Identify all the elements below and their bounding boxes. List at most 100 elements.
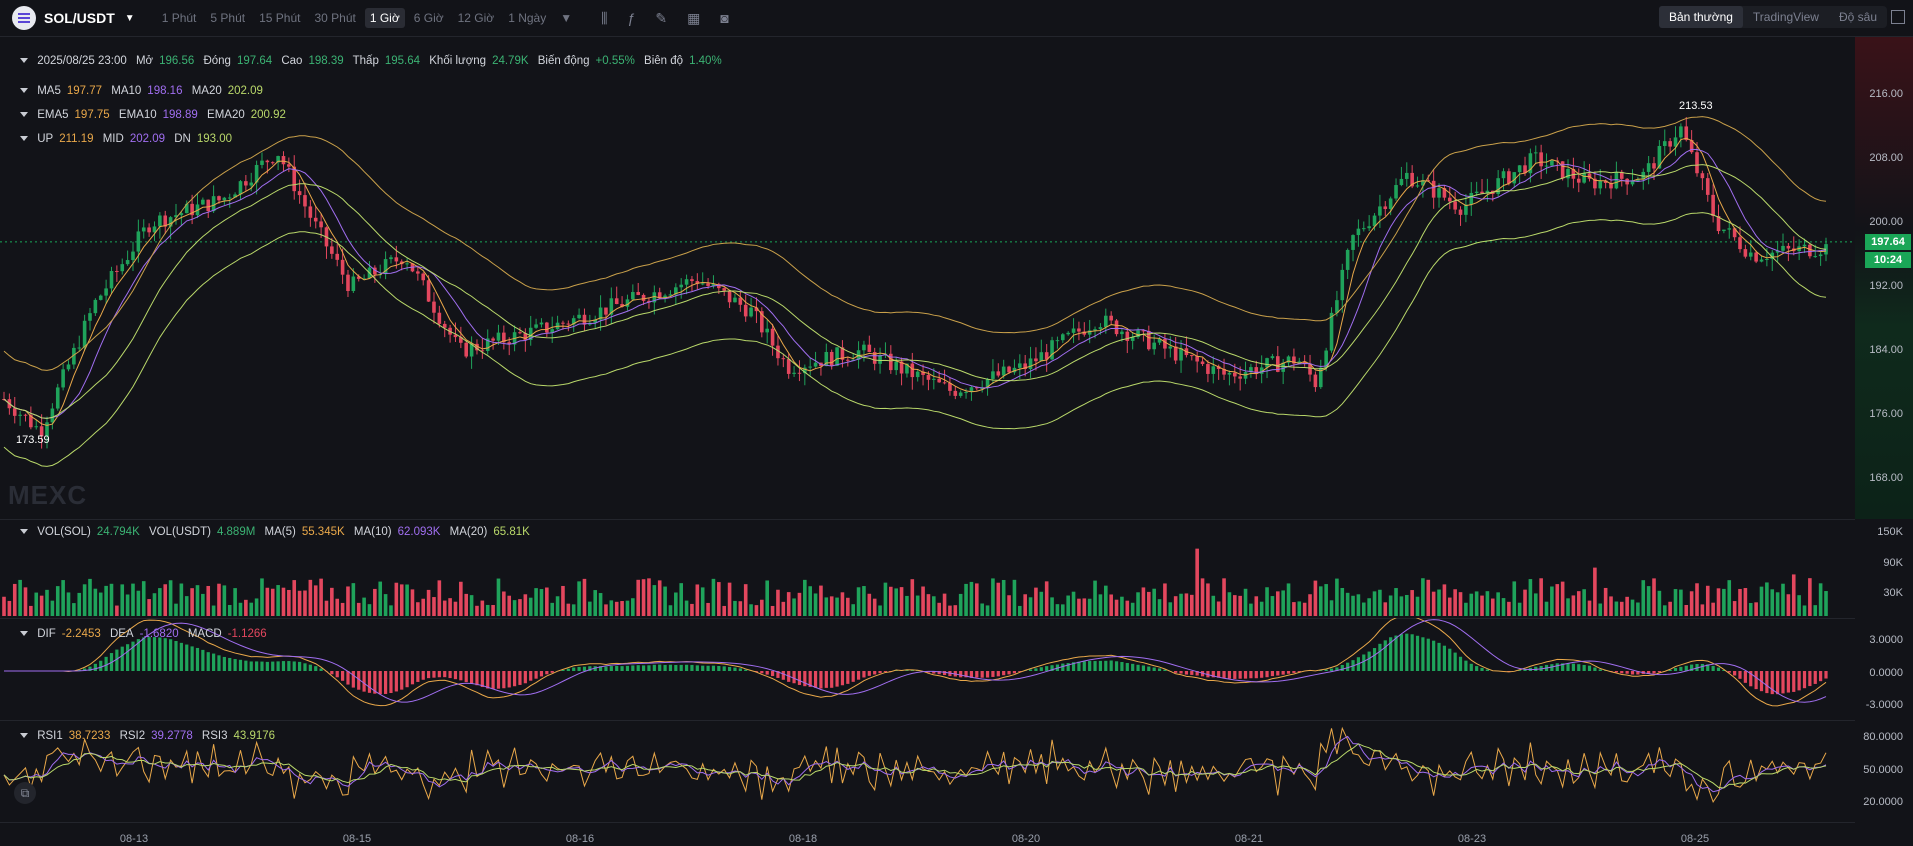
volume-bar [760,599,764,616]
macd-histogram-bar [658,664,662,671]
macd-histogram-bar [287,661,291,671]
macd-histogram-bar [991,671,995,677]
collapse-icon[interactable] [20,112,28,118]
volume-bar [1770,589,1775,616]
macd-histogram-bar [1077,661,1081,671]
volume-bar [722,605,727,616]
candle [797,372,802,374]
volume-bar [528,597,533,616]
macd-histogram-bar [1362,654,1366,671]
volume-bar [663,586,667,616]
macd-histogram-bar [502,671,506,689]
volume-bar [942,593,947,616]
collapse-icon[interactable] [20,58,28,64]
volume-bar [1609,596,1613,616]
volume-bar [1308,594,1312,616]
candle [319,221,323,228]
volume-bar [7,600,12,616]
draw-pencil-icon[interactable]: ✎ [655,10,667,27]
macd-histogram-bar [631,665,635,671]
macd-histogram-bar [625,665,630,671]
candle [432,301,436,313]
volume-bar [1098,594,1103,616]
volume-bar [1335,578,1339,616]
candle [518,332,522,334]
tab-1d[interactable]: 1 Ngày [503,8,551,28]
layout-grid-icon[interactable]: ▦ [687,10,700,27]
volume-bar [985,605,990,616]
expand-panel-icon[interactable]: ⧉ [14,782,36,804]
volume-bar [34,592,39,616]
macd-histogram-bar [1276,671,1280,676]
volume-bar [1765,582,1769,616]
candle [120,264,125,272]
last-price-tag: 197.64 [1865,234,1911,250]
volume-bar [1598,603,1603,616]
collapse-icon[interactable] [20,136,28,142]
volume-bar [389,605,393,616]
volume-bar [1399,596,1404,616]
volume-bar [109,583,114,616]
volume-bar [1050,597,1054,616]
camera-icon[interactable]: ◙ [720,10,728,27]
volume-bar [1297,601,1302,616]
macd-histogram-bar [292,661,296,671]
volume-bar [829,596,834,616]
volume-bar [1152,588,1156,616]
collapse-icon[interactable] [20,733,28,739]
tab-1m[interactable]: 1 Phút [157,8,202,28]
candle [539,322,544,325]
volume-bar [120,584,125,616]
pair-selector[interactable]: SOL/USDT [44,10,115,26]
volume-bar [190,588,194,616]
volume-bar [1480,595,1484,616]
collapse-icon[interactable] [20,631,28,637]
volume-bar [346,586,350,616]
tab-5m[interactable]: 5 Phút [205,8,250,28]
macd-histogram-bar [1808,671,1812,687]
view-tradingview[interactable]: TradingView [1743,6,1829,28]
candle [1125,331,1130,341]
macd-histogram-bar [367,671,372,693]
candle [958,392,963,396]
volume-bar [432,597,436,616]
volume-bar [351,583,356,616]
macd-histogram-bar [674,664,678,671]
collapse-icon[interactable] [20,529,28,535]
volume-bar [1797,595,1801,616]
volume-bar [1582,589,1586,616]
fullscreen-icon[interactable] [1891,10,1905,24]
view-basic[interactable]: Bản thường [1658,6,1743,28]
collapse-icon[interactable] [20,88,28,94]
macd-histogram-bar [1233,671,1237,679]
volume-bar [131,583,135,616]
volume-bar [539,589,544,616]
volume-bar [1431,591,1436,616]
volume-bar [1082,598,1087,616]
macd-histogram-bar [212,653,216,671]
tab-12h[interactable]: 12 Giờ [453,8,500,28]
macd-histogram-bar [1813,671,1817,684]
price-axis[interactable] [1855,37,1913,519]
candle-type-icon[interactable]: ⫼ [601,10,607,27]
tab-1h[interactable]: 1 Giờ [364,8,405,28]
volume-bar [1179,593,1183,616]
candle [1394,185,1398,199]
chevron-down-icon[interactable]: ▼ [125,13,135,24]
date-tick: 08-15 [342,833,372,845]
indicator-icon[interactable]: ƒ [628,10,636,27]
volume-legend: VOL(SOL) 24.794K VOL(USDT) 4.889M MA(5) 55.… [20,526,536,538]
volume-bar [1146,591,1151,616]
tab-30m[interactable]: 30 Phút [309,8,360,28]
macd-histogram-bar [330,671,334,675]
tab-15m[interactable]: 15 Phút [254,8,305,28]
tab-6h[interactable]: 6 Giờ [409,8,449,28]
candle [1786,245,1791,249]
volume-bar [921,586,925,616]
volume-bar [588,601,592,616]
candle [1630,181,1635,185]
interval-dropdown-icon[interactable]: ▼ [555,8,577,28]
macd-histogram-bar [1819,671,1823,682]
macd-histogram-bar [169,639,173,671]
view-depth[interactable]: Độ sâu [1829,6,1887,28]
